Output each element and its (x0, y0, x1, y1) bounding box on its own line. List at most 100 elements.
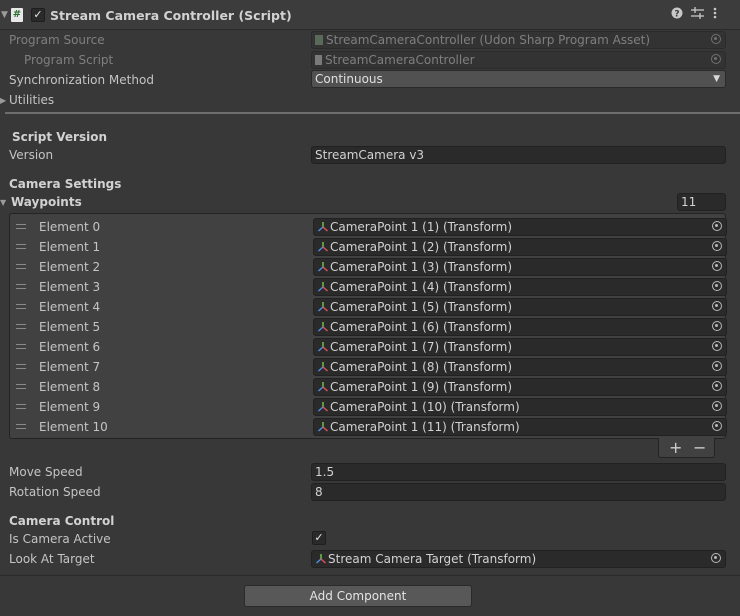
object-picker-icon[interactable] (712, 381, 722, 391)
drag-handle-icon[interactable] (16, 424, 26, 429)
drag-handle-icon[interactable] (16, 364, 26, 369)
divider (5, 112, 740, 114)
object-picker-icon[interactable] (712, 341, 722, 351)
list-item[interactable]: Element 7 CameraPoint 1 (8) (Transform) (10, 357, 727, 377)
add-component-button[interactable]: Add Component (244, 585, 472, 607)
look-at-target-label: Look At Target (9, 552, 95, 566)
look-at-target-field[interactable]: Stream Camera Target (Transform) (311, 550, 726, 568)
list-item[interactable]: Element 10 CameraPoint 1 (11) (Transform) (10, 417, 727, 437)
camera-control-header: Camera Control (9, 514, 115, 528)
utilities-foldout-icon[interactable]: ▶ (0, 96, 6, 105)
element-object-field[interactable]: CameraPoint 1 (2) (Transform) (313, 238, 727, 256)
element-object-field[interactable]: CameraPoint 1 (8) (Transform) (313, 358, 727, 376)
object-picker-icon[interactable] (711, 54, 721, 64)
dropdown-arrow-icon: ▼ (713, 74, 720, 84)
list-item[interactable]: Element 9 CameraPoint 1 (10) (Transform) (10, 397, 727, 417)
drag-handle-icon[interactable] (16, 344, 26, 349)
list-item[interactable]: Element 3 CameraPoint 1 (4) (Transform) (10, 277, 727, 297)
list-item[interactable]: Element 2 CameraPoint 1 (3) (Transform) (10, 257, 727, 277)
foldout-arrow-icon[interactable]: ▼ (1, 10, 8, 20)
transform-icon (318, 342, 328, 352)
version-label: Version (9, 148, 54, 162)
utilities-foldout[interactable]: Utilities (9, 93, 54, 107)
svg-text:?: ? (674, 10, 679, 20)
rotation-speed-label: Rotation Speed (9, 485, 101, 499)
element-label: Element 10 (39, 420, 108, 434)
element-object-field[interactable]: CameraPoint 1 (7) (Transform) (313, 338, 727, 356)
version-field[interactable]: StreamCamera v3 (311, 146, 726, 164)
element-value: CameraPoint 1 (8) (Transform) (330, 360, 513, 374)
kebab-menu-icon[interactable] (713, 7, 717, 22)
element-label: Element 1 (39, 240, 101, 254)
list-item[interactable]: Element 1 CameraPoint 1 (2) (Transform) (10, 237, 727, 257)
drag-handle-icon[interactable] (16, 404, 26, 409)
drag-handle-icon[interactable] (16, 284, 26, 289)
drag-handle-icon[interactable] (16, 384, 26, 389)
program-script-value: StreamCameraController (325, 53, 475, 67)
rotation-speed-field[interactable]: 8 (311, 483, 726, 501)
transform-icon (318, 322, 328, 332)
program-source-field: StreamCameraController (Udon Sharp Progr… (311, 31, 726, 49)
element-value: CameraPoint 1 (11) (Transform) (330, 420, 520, 434)
element-value: CameraPoint 1 (3) (Transform) (330, 260, 513, 274)
add-element-button[interactable]: + (669, 438, 682, 458)
object-picker-icon[interactable] (712, 261, 722, 271)
element-object-field[interactable]: CameraPoint 1 (5) (Transform) (313, 298, 727, 316)
transform-icon (318, 302, 328, 312)
object-picker-icon[interactable] (712, 281, 722, 291)
object-picker-icon[interactable] (712, 361, 722, 371)
transform-icon (318, 242, 328, 252)
drag-handle-icon[interactable] (16, 324, 26, 329)
element-object-field[interactable]: CameraPoint 1 (3) (Transform) (313, 258, 727, 276)
element-label: Element 5 (39, 320, 101, 334)
element-object-field[interactable]: CameraPoint 1 (6) (Transform) (313, 318, 727, 336)
object-picker-icon[interactable] (711, 553, 721, 563)
sync-method-dropdown[interactable]: Continuous ▼ (311, 70, 726, 88)
element-label: Element 4 (39, 300, 101, 314)
sync-method-label: Synchronization Method (9, 73, 154, 87)
is-camera-active-label: Is Camera Active (9, 532, 111, 546)
list-item[interactable]: Element 0 CameraPoint 1 (1) (Transform) (10, 217, 727, 237)
element-value: CameraPoint 1 (1) (Transform) (330, 220, 513, 234)
help-icon[interactable]: ? (671, 7, 683, 22)
object-picker-icon[interactable] (712, 401, 722, 411)
element-object-field[interactable]: CameraPoint 1 (9) (Transform) (313, 378, 727, 396)
element-value: CameraPoint 1 (4) (Transform) (330, 280, 513, 294)
move-speed-field[interactable]: 1.5 (311, 463, 726, 481)
drag-handle-icon[interactable] (16, 244, 26, 249)
list-item[interactable]: Element 8 CameraPoint 1 (9) (Transform) (10, 377, 727, 397)
transform-icon (318, 362, 328, 372)
object-picker-icon[interactable] (712, 221, 722, 231)
object-picker-icon[interactable] (711, 34, 721, 44)
script-version-header: Script Version (12, 130, 108, 144)
divider (0, 575, 740, 576)
element-object-field[interactable]: CameraPoint 1 (10) (Transform) (313, 398, 727, 416)
list-item[interactable]: Element 5 CameraPoint 1 (6) (Transform) (10, 317, 727, 337)
list-item[interactable]: Element 6 CameraPoint 1 (7) (Transform) (10, 337, 727, 357)
element-object-field[interactable]: CameraPoint 1 (11) (Transform) (313, 418, 727, 436)
object-picker-icon[interactable] (712, 301, 722, 311)
component-title: Stream Camera Controller (Script) (50, 8, 292, 23)
element-label: Element 7 (39, 360, 101, 374)
drag-handle-icon[interactable] (16, 304, 26, 309)
drag-handle-icon[interactable] (16, 224, 26, 229)
transform-icon (318, 382, 328, 392)
object-picker-icon[interactable] (712, 321, 722, 331)
presets-icon[interactable] (691, 7, 704, 22)
object-picker-icon[interactable] (712, 241, 722, 251)
transform-icon (316, 554, 326, 564)
waypoints-foldout-icon[interactable]: ▼ (0, 198, 6, 207)
is-camera-active-checkbox[interactable]: ✓ (312, 531, 326, 545)
drag-handle-icon[interactable] (16, 264, 26, 269)
element-object-field[interactable]: CameraPoint 1 (4) (Transform) (313, 278, 727, 296)
element-object-field[interactable]: CameraPoint 1 (1) (Transform) (313, 218, 727, 236)
object-picker-icon[interactable] (712, 421, 722, 431)
waypoints-size-field[interactable]: 11 (677, 193, 726, 211)
component-enabled-checkbox[interactable]: ✓ (31, 8, 45, 22)
program-source-label: Program Source (9, 33, 105, 47)
waypoints-label[interactable]: Waypoints (11, 195, 82, 209)
transform-icon (318, 282, 328, 292)
remove-element-button[interactable]: − (693, 438, 706, 458)
sync-method-value: Continuous (315, 72, 383, 86)
list-item[interactable]: Element 4 CameraPoint 1 (5) (Transform) (10, 297, 727, 317)
